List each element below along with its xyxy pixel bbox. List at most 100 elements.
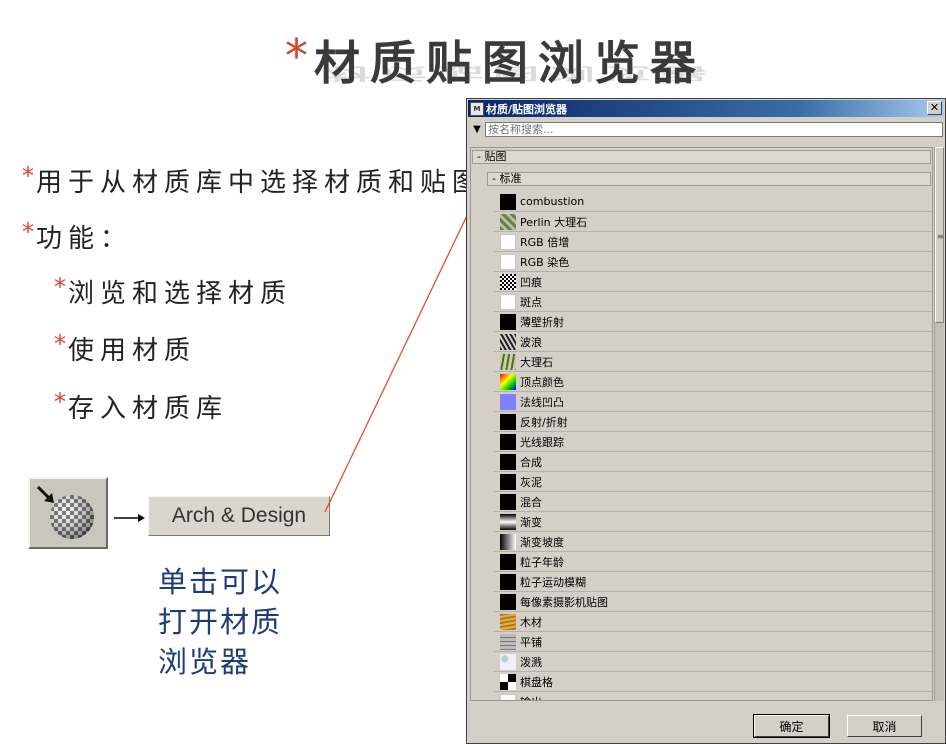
search-input[interactable] <box>485 121 943 137</box>
bullet-star-icon: * <box>54 273 66 301</box>
map-item[interactable]: 斑点 <box>494 292 932 312</box>
sub-bullet-item: * 使用材质 <box>54 330 196 367</box>
swatch-icon <box>500 313 516 330</box>
map-item[interactable]: 每像素摄影机贴图 <box>494 592 932 612</box>
bullet-item: * 用于从材质库中选择材质和贴图 <box>22 162 484 199</box>
caption-text: 单击可以 打开材质 浏览器 <box>158 562 282 682</box>
swatch-icon <box>500 493 516 510</box>
map-item-label: 法线凹凸 <box>520 395 564 409</box>
bullet-item: * 功能： <box>22 218 132 255</box>
scroll-thumb[interactable]: ≡ <box>935 147 944 323</box>
swatch-icon <box>500 633 516 650</box>
scrollbar[interactable]: ≡ <box>934 147 944 701</box>
checker-sphere-icon <box>36 485 94 539</box>
map-item[interactable]: 大理石 <box>494 352 932 372</box>
dialog-titlebar[interactable]: M 材质/贴图浏览器 ✕ <box>468 100 944 117</box>
swatch-icon <box>500 193 516 210</box>
map-item[interactable]: 渐变 <box>494 512 932 532</box>
swatch-icon <box>500 433 516 450</box>
map-item[interactable]: 粒子年龄 <box>494 552 932 572</box>
group-header-maps[interactable]: - 贴图 <box>472 150 931 164</box>
caption-line: 浏览器 <box>158 645 252 679</box>
swatch-icon <box>500 233 516 250</box>
dialog-footer: 确定 取消 <box>467 705 945 743</box>
map-item-label: 混合 <box>520 495 542 509</box>
map-item-label: 灰泥 <box>520 475 542 489</box>
map-item-label: 渐变坡度 <box>520 535 564 549</box>
sub-bullet-item: * 浏览和选择材质 <box>54 273 292 310</box>
map-item[interactable]: 泼溅 <box>494 652 932 672</box>
dropdown-triangle-icon[interactable]: ▼ <box>469 124 485 135</box>
map-item[interactable]: RGB 染色 <box>494 252 932 272</box>
map-item-label: Perlin 大理石 <box>520 215 588 229</box>
caption-line: 打开材质 <box>158 605 283 639</box>
map-item[interactable]: 棋盘格 <box>494 672 932 692</box>
swatch-icon <box>500 273 516 290</box>
map-item[interactable]: 反射/折射 <box>494 412 932 432</box>
bullet-star-icon: * <box>54 330 66 358</box>
map-item[interactable]: 渐变坡度 <box>494 532 932 552</box>
map-item-label: combustion <box>520 195 585 208</box>
map-item[interactable]: 光线跟踪 <box>494 432 932 452</box>
swatch-icon <box>500 373 516 390</box>
swatch-icon <box>500 613 516 630</box>
map-item[interactable]: 薄壁折射 <box>494 312 932 332</box>
swatch-icon <box>500 333 516 350</box>
swatch-icon <box>500 413 516 430</box>
title-reflection: 材质贴图浏览器 <box>325 63 717 83</box>
map-item[interactable]: 凹痕 <box>494 272 932 292</box>
group-header-standard[interactable]: - 标准 <box>487 172 931 186</box>
map-item[interactable]: 平铺 <box>494 632 932 652</box>
bullet-star-icon: * <box>22 218 34 246</box>
map-item[interactable]: 粒子运动模糊 <box>494 572 932 592</box>
map-item-label: 平铺 <box>520 635 542 649</box>
map-item[interactable]: 顶点颜色 <box>494 372 932 392</box>
caption-line: 单击可以 <box>158 565 283 599</box>
bullet-text: 功能： <box>36 224 133 254</box>
map-item-label: RGB 倍增 <box>520 235 570 249</box>
map-item-label: 顶点颜色 <box>520 375 564 389</box>
swatch-icon <box>500 693 516 700</box>
map-item[interactable]: 波浪 <box>494 332 932 352</box>
swatch-icon <box>500 673 516 690</box>
map-item[interactable]: 灰泥 <box>494 472 932 492</box>
map-items: combustion Perlin 大理石 RGB 倍增 RGB 染色 凹痕斑点薄壁折射… <box>494 192 932 700</box>
cancel-button[interactable]: 取消 <box>847 715 922 737</box>
bullet-star-icon: * <box>22 162 34 190</box>
map-item-label: 粒子运动模糊 <box>520 575 586 589</box>
map-item-label: 凹痕 <box>520 275 542 289</box>
map-item[interactable]: Perlin 大理石 <box>494 212 932 232</box>
swatch-icon <box>500 253 516 270</box>
swatch-icon <box>500 533 516 550</box>
ok-button[interactable]: 确定 <box>753 714 830 738</box>
swatch-icon <box>500 593 516 610</box>
map-item-label: 合成 <box>520 455 542 469</box>
sub-bullet-item: * 存入材质库 <box>54 388 228 425</box>
map-item[interactable]: 混合 <box>494 492 932 512</box>
map-item[interactable]: 合成 <box>494 452 932 472</box>
3ds-max-icon: M <box>470 101 484 116</box>
arch-design-button[interactable]: Arch & Design <box>148 496 330 536</box>
map-item-label: 斑点 <box>520 295 542 309</box>
swatch-icon <box>500 573 516 590</box>
map-item-label: 薄壁折射 <box>520 315 564 329</box>
search-row: ▼ <box>469 121 943 137</box>
map-item[interactable]: 输出 <box>494 692 932 700</box>
map-item[interactable]: 法线凹凸 <box>494 392 932 412</box>
map-item[interactable]: 木材 <box>494 612 932 632</box>
map-item-label: 渐变 <box>520 515 542 529</box>
material-editor-icon[interactable] <box>28 477 108 549</box>
swatch-icon <box>500 513 516 530</box>
bullet-text: 用于从材质库中选择材质和贴图 <box>36 168 485 198</box>
arrow-right-icon <box>114 514 145 522</box>
scroll-grip-icon: ≡ <box>937 232 944 241</box>
close-button[interactable]: ✕ <box>927 101 942 115</box>
swatch-icon <box>500 353 516 370</box>
browser-list: - 贴图 - 标准 combustion Perlin 大理石 RGB 倍增 RGB … <box>470 147 933 701</box>
map-item[interactable]: RGB 倍增 <box>494 232 932 252</box>
map-item-label: 木材 <box>520 615 542 629</box>
map-item[interactable]: combustion <box>494 192 932 212</box>
material-map-browser-dialog: M 材质/贴图浏览器 ✕ ▼ - 贴图 - 标准 combustion Perli… <box>466 98 946 744</box>
map-item-label: RGB 染色 <box>520 255 570 269</box>
map-item-label: 泼溅 <box>520 655 542 669</box>
